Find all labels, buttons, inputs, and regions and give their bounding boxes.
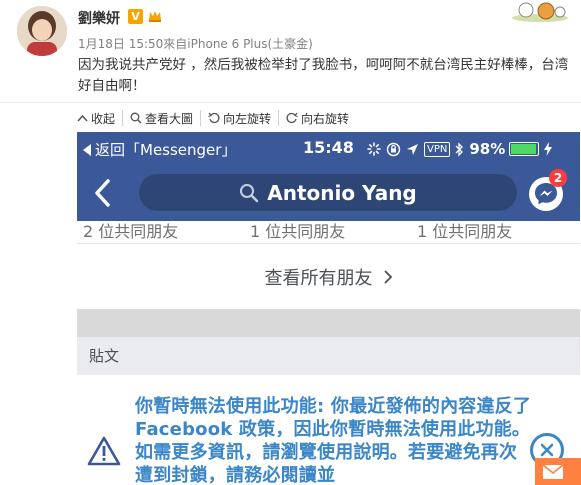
feature-blocked-warning: 你暫時無法使用此功能: 你最近發佈的內容違反了 Facebook 政策，因此你暫… (77, 375, 580, 485)
mail-widget[interactable] (535, 458, 581, 485)
see-all-friends-label: 查看所有朋友 (264, 267, 373, 289)
collapse-button[interactable]: 收起 (77, 110, 122, 126)
verified-badge: V (128, 9, 143, 24)
warning-message: 你暫時無法使用此功能: 你最近發佈的內容違反了 Facebook 政策，因此你暫… (135, 396, 532, 485)
username[interactable]: 劉樂妍 (78, 8, 120, 28)
status-icons: VPN 98% (367, 140, 557, 158)
rotate-left-button[interactable]: 向左旋转 (200, 110, 278, 126)
collapse-icon (77, 114, 88, 122)
status-time: 15:48 (303, 138, 354, 157)
post-text: 因为我说共产党好 ，然后我被检举封了我脸书，呵呵阿不就台湾民主好棒棒，台湾好自由… (78, 57, 569, 94)
warning-triangle-icon (87, 436, 121, 466)
user-avatar[interactable] (17, 6, 67, 56)
back-triangle-icon (83, 143, 91, 156)
battery-icon (509, 142, 540, 156)
mutual-friends-count: 1 位共同朋友 (417, 222, 513, 241)
mutual-friends-row: 2 位共同朋友 1 位共同朋友 1 位共同朋友 (77, 221, 580, 243)
back-to-messenger-label: 返回「Messenger」 (95, 141, 237, 159)
chevron-right-icon (383, 269, 392, 284)
collapse-label: 收起 (91, 111, 116, 126)
weibo-post-view: 劉樂妍 V 1月18日 15:50來自iPhone 6 Plus(土豪金) 因为… (0, 0, 581, 485)
ios-status-bar: 返回「Messenger」 15:48 VPN 98% (77, 132, 580, 166)
orientation-lock-icon (386, 142, 401, 156)
messenger-badge: 2 (549, 169, 567, 187)
view-large-button[interactable]: 查看大圖 (122, 110, 200, 126)
bluetooth-icon (455, 141, 464, 157)
rotate-right-button[interactable]: 向右旋转 (278, 110, 356, 126)
mutual-friends-count: 1 位共同朋友 (250, 222, 346, 241)
rotate-right-icon (286, 112, 298, 124)
rotate-left-label: 向左旋转 (223, 111, 272, 126)
battery-percentage: 98% (469, 140, 506, 158)
facebook-nav-bar: Antonio Yang 2 (77, 166, 580, 221)
divider (0, 102, 581, 103)
vpn-indicator: VPN (424, 141, 451, 157)
mail-icon (542, 464, 564, 479)
crown-icon (149, 11, 161, 22)
search-icon (240, 183, 259, 202)
search-query: Antonio Yang (267, 180, 417, 205)
see-all-friends-button[interactable]: 查看所有朋友 (77, 243, 580, 309)
posts-section-header: 貼文 (77, 337, 580, 375)
rotate-right-label: 向右旋转 (301, 111, 350, 126)
zoom-in-icon (130, 112, 142, 124)
search-field[interactable]: Antonio Yang (139, 174, 517, 211)
loading-spinner-icon (367, 142, 381, 156)
rotate-left-icon (208, 112, 220, 124)
location-arrow-icon (407, 143, 418, 155)
view-large-label: 查看大圖 (145, 111, 194, 126)
mutual-friends-count: 2 位共同朋友 (83, 222, 179, 241)
embedded-phone-screenshot: 返回「Messenger」 15:48 VPN 98% Antonio Yang… (77, 132, 580, 485)
back-to-messenger[interactable]: 返回「Messenger」 (83, 139, 236, 160)
sticker-image (512, 2, 568, 22)
charging-bolt-icon (544, 142, 553, 156)
back-chevron-icon[interactable] (91, 178, 115, 208)
image-toolbar: 收起 查看大圖 向左旋转 向右旋转 (77, 104, 581, 132)
post-meta: 1月18日 15:50來自iPhone 6 Plus(土豪金) (78, 37, 313, 51)
battery-level (511, 144, 537, 154)
